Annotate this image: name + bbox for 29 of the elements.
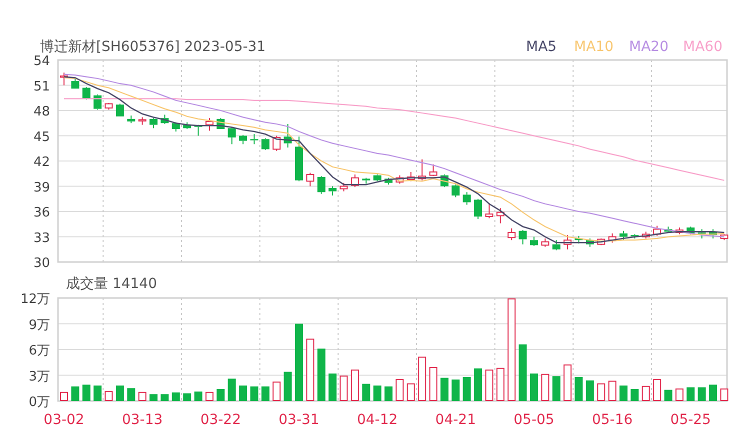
axis-label: 39 — [33, 180, 50, 196]
axis-label: 3万 — [28, 369, 50, 384]
date-label: 03-31 — [278, 412, 320, 428]
axis-label: 54 — [33, 54, 50, 69]
date-label: 05-16 — [592, 412, 633, 428]
legend-label: MA20 — [629, 39, 668, 55]
axis-label: 0万 — [28, 395, 50, 410]
chart-title: 博迁新材[SH605376] 2023-05-31 — [40, 39, 266, 55]
date-label: 03-02 — [44, 412, 84, 428]
axis-label: 45 — [33, 130, 50, 145]
axis-label: 6万 — [28, 344, 50, 358]
date-label: 04-12 — [356, 412, 398, 428]
date-label: 05-25 — [670, 412, 711, 428]
legend-label: MA60 — [683, 39, 722, 55]
axis-label: 48 — [33, 104, 50, 120]
date-label: 03-22 — [200, 412, 241, 428]
axis-label: 33 — [33, 230, 50, 246]
axis-label: 51 — [33, 79, 50, 94]
date-label: 05-05 — [514, 412, 554, 428]
axis-label: 12万 — [20, 292, 50, 307]
axis-label: 30 — [33, 256, 50, 271]
legend-label: MA10 — [574, 39, 614, 55]
axis-label: 9万 — [28, 318, 50, 333]
axis-label: 36 — [33, 206, 50, 220]
axis-label: 42 — [33, 155, 50, 170]
legend-label: MA5 — [526, 39, 557, 55]
chart-title: 成交量 14140 — [66, 276, 157, 292]
date-label: 04-21 — [435, 412, 476, 428]
date-label: 03-13 — [122, 412, 163, 428]
